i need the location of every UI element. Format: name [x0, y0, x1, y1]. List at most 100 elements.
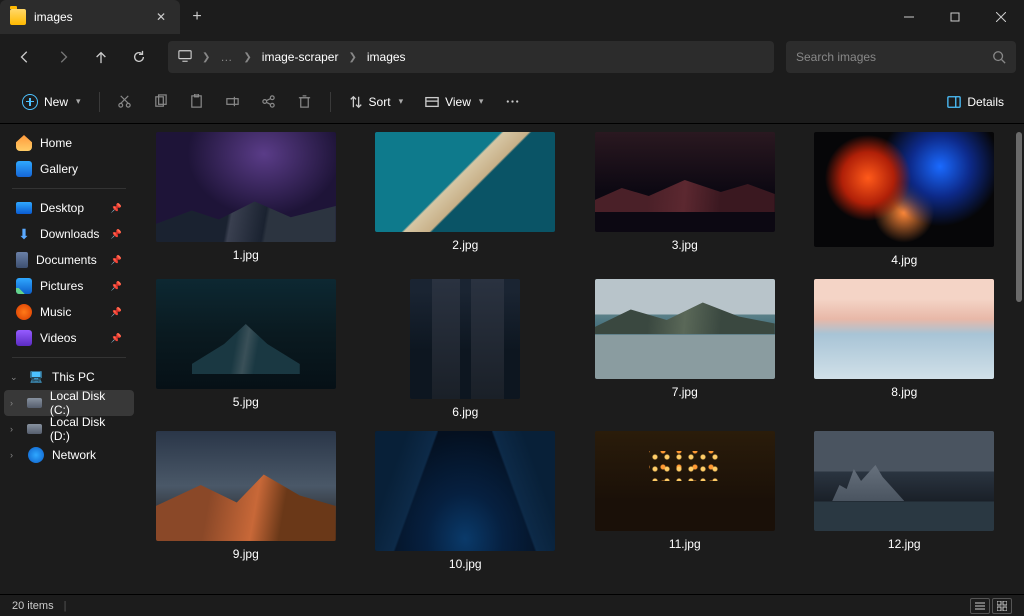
chevron-down-icon: ▾	[479, 96, 484, 107]
thumbnail-icon	[814, 132, 994, 247]
pin-icon: 📌	[111, 333, 122, 344]
sort-button[interactable]: Sort ▾	[339, 87, 414, 117]
statusbar: 20 items |	[0, 594, 1024, 616]
file-item[interactable]: 6.jpg	[366, 279, 566, 419]
sidebar-item-pictures[interactable]: Pictures📌	[4, 273, 134, 299]
delete-button[interactable]	[288, 85, 322, 119]
details-button[interactable]: Details	[939, 87, 1012, 117]
back-button[interactable]	[8, 40, 42, 74]
music-icon	[16, 304, 32, 320]
maximize-button[interactable]	[932, 0, 978, 34]
rename-button[interactable]	[216, 85, 250, 119]
refresh-button[interactable]	[122, 40, 156, 74]
breadcrumb-more[interactable]: …	[220, 50, 233, 64]
thumbnail-icon	[156, 431, 336, 541]
file-item[interactable]: 9.jpg	[146, 431, 346, 571]
chevron-right-icon[interactable]: ›	[10, 450, 20, 460]
file-item[interactable]: 10.jpg	[366, 431, 566, 571]
sidebar-item-desktop[interactable]: Desktop📌	[4, 195, 134, 221]
thumbnail-icon	[375, 132, 555, 232]
sidebar: Home Gallery Desktop📌 ⬇Downloads📌 Docume…	[0, 124, 138, 594]
pin-icon: 📌	[111, 203, 122, 214]
sidebar-item-this-pc[interactable]: ⌄🖥This PC	[4, 364, 134, 390]
minimize-button[interactable]	[886, 0, 932, 34]
file-item[interactable]: 4.jpg	[805, 132, 1005, 267]
file-item[interactable]: 7.jpg	[585, 279, 785, 419]
sidebar-item-disk-d[interactable]: ›Local Disk (D:)	[4, 416, 134, 442]
file-item[interactable]: 2.jpg	[366, 132, 566, 267]
sidebar-item-home[interactable]: Home	[4, 130, 134, 156]
toolbar: New ▾ Sort ▾ View ▾ Details	[0, 80, 1024, 124]
thumbnail-icon	[814, 279, 994, 379]
home-icon	[16, 135, 32, 151]
monitor-icon	[178, 49, 192, 66]
more-button[interactable]	[495, 85, 529, 119]
sidebar-item-downloads[interactable]: ⬇Downloads📌	[4, 221, 134, 247]
scrollbar[interactable]	[1016, 132, 1022, 586]
paste-button[interactable]	[180, 85, 214, 119]
chevron-right-icon: ❯	[348, 52, 356, 63]
thumbnail-icon	[375, 431, 555, 551]
item-count: 20 items	[12, 600, 54, 612]
new-tab-button[interactable]: +	[180, 0, 214, 34]
details-label: Details	[967, 95, 1004, 109]
search-input[interactable]	[796, 50, 992, 64]
share-button[interactable]	[252, 85, 286, 119]
thumbnail-icon	[595, 279, 775, 379]
sidebar-item-network[interactable]: ›Network	[4, 442, 134, 468]
address-bar[interactable]: ❯ … ❯ image-scraper ❯ images	[168, 41, 774, 73]
file-item[interactable]: 11.jpg	[585, 431, 785, 571]
scrollbar-thumb[interactable]	[1016, 132, 1022, 302]
view-button[interactable]: View ▾	[415, 87, 493, 117]
tab-title: images	[34, 10, 146, 24]
document-icon	[16, 252, 28, 268]
folder-icon	[10, 9, 26, 25]
file-item[interactable]: 3.jpg	[585, 132, 785, 267]
plus-circle-icon	[22, 94, 38, 110]
pin-icon: 📌	[111, 307, 122, 318]
chevron-right-icon[interactable]: ›	[10, 398, 19, 408]
chevron-right-icon[interactable]: ›	[10, 424, 19, 434]
pin-icon: 📌	[111, 229, 122, 240]
thumbnail-icon	[814, 431, 994, 531]
content-pane[interactable]: 1.jpg 2.jpg 3.jpg 4.jpg 5.jpg 6.jpg 7.jp…	[138, 124, 1024, 594]
download-icon: ⬇	[16, 226, 32, 242]
titlebar: images ✕ +	[0, 0, 1024, 34]
thumbnail-icon	[156, 132, 336, 242]
breadcrumb-current[interactable]: images	[367, 50, 406, 64]
new-button[interactable]: New ▾	[12, 87, 91, 117]
pin-icon: 📌	[111, 255, 122, 266]
cut-button[interactable]	[108, 85, 142, 119]
thumbnail-icon	[156, 279, 336, 389]
sidebar-item-gallery[interactable]: Gallery	[4, 156, 134, 182]
sort-label: Sort	[369, 95, 391, 109]
up-button[interactable]	[84, 40, 118, 74]
copy-button[interactable]	[144, 85, 178, 119]
file-item[interactable]: 1.jpg	[146, 132, 346, 267]
disk-icon	[27, 424, 42, 434]
file-item[interactable]: 8.jpg	[805, 279, 1005, 419]
forward-button[interactable]	[46, 40, 80, 74]
list-view-toggle[interactable]	[970, 598, 990, 614]
file-item[interactable]: 12.jpg	[805, 431, 1005, 571]
chevron-right-icon: ❯	[243, 52, 251, 63]
pictures-icon	[16, 278, 32, 294]
sidebar-item-music[interactable]: Music📌	[4, 299, 134, 325]
thumbnail-icon	[410, 279, 520, 399]
pc-icon: 🖥	[28, 369, 44, 385]
thumbnail-grid: 1.jpg 2.jpg 3.jpg 4.jpg 5.jpg 6.jpg 7.jp…	[146, 132, 1004, 571]
gallery-icon	[16, 161, 32, 177]
thumbnail-icon	[595, 431, 775, 531]
close-window-button[interactable]	[978, 0, 1024, 34]
thumbnail-icon	[595, 132, 775, 232]
tab-images[interactable]: images ✕	[0, 0, 180, 34]
breadcrumb-parent[interactable]: image-scraper	[262, 50, 339, 64]
search-box[interactable]	[786, 41, 1016, 73]
sidebar-item-disk-c[interactable]: ›Local Disk (C:)	[4, 390, 134, 416]
sidebar-item-documents[interactable]: Documents📌	[4, 247, 134, 273]
sidebar-item-videos[interactable]: Videos📌	[4, 325, 134, 351]
file-item[interactable]: 5.jpg	[146, 279, 346, 419]
grid-view-toggle[interactable]	[992, 598, 1012, 614]
chevron-down-icon[interactable]: ⌄	[10, 372, 20, 383]
close-tab-icon[interactable]: ✕	[154, 10, 168, 24]
